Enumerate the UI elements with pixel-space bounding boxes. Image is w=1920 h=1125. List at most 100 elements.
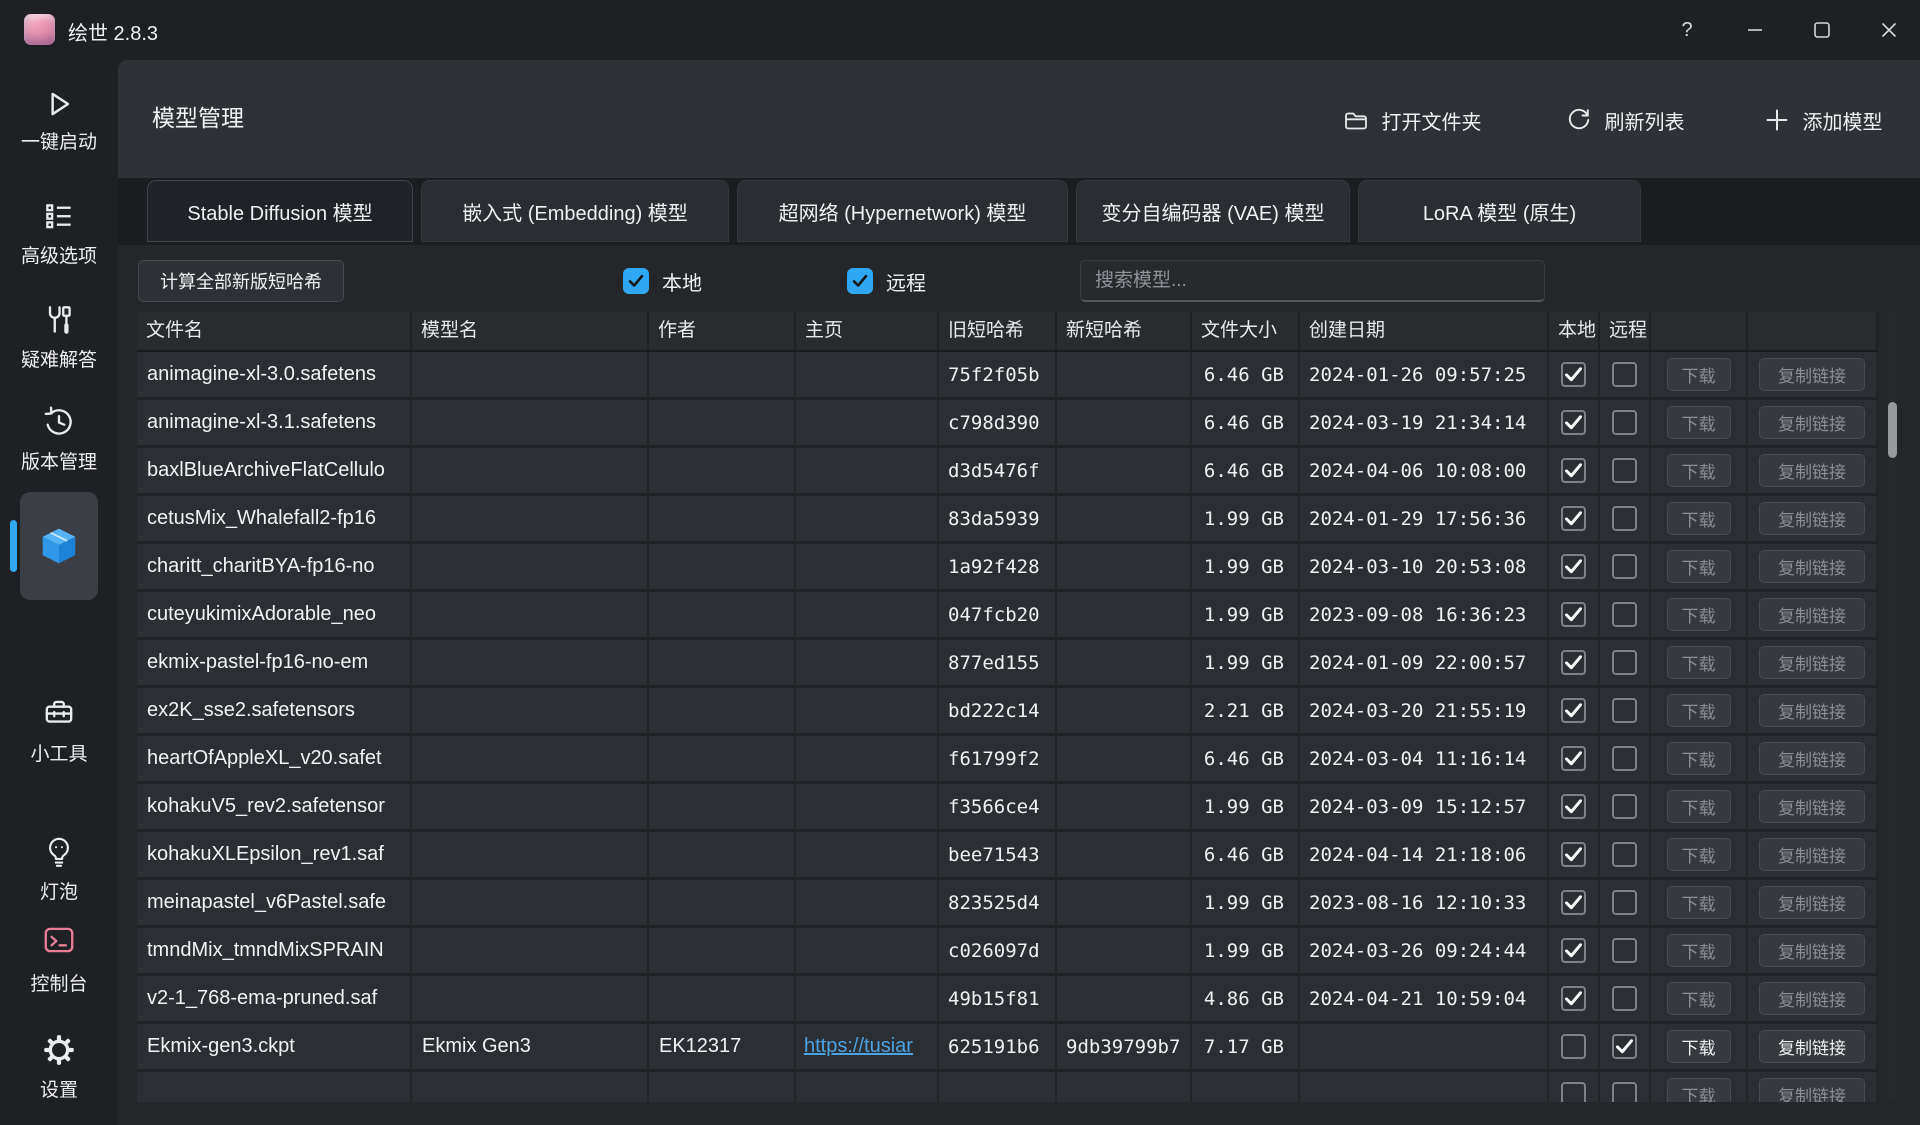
table-row[interactable]: tmndMix_tmndMixSPRAINc026097d1.99 GB2024…: [137, 928, 1878, 976]
remote-checkbox[interactable]: [1612, 794, 1637, 819]
copy-link-button[interactable]: 复制链接: [1759, 550, 1865, 583]
table-row[interactable]: ex2K_sse2.safetensorsbd222c142.21 GB2024…: [137, 688, 1878, 736]
sidebar-item-small-tools[interactable]: 小工具: [0, 694, 118, 766]
open-folder-button[interactable]: 打开文件夹: [1328, 94, 1496, 146]
local-checkbox[interactable]: [1561, 458, 1586, 483]
remote-checkbox[interactable]: [1612, 650, 1637, 675]
column-header-5[interactable]: 新短哈希: [1057, 312, 1192, 350]
homepage-link[interactable]: https://tusiar: [804, 1035, 913, 1058]
local-checkbox[interactable]: [1561, 554, 1586, 579]
remote-checkbox[interactable]: [1612, 458, 1637, 483]
table-row[interactable]: baxlBlueArchiveFlatCellulod3d5476f6.46 G…: [137, 448, 1878, 496]
local-checkbox[interactable]: [1561, 410, 1586, 435]
compute-hash-button[interactable]: 计算全部新版短哈希: [138, 260, 344, 302]
copy-link-button[interactable]: 复制链接: [1759, 790, 1865, 823]
remote-checkbox[interactable]: [1612, 842, 1637, 867]
copy-link-button[interactable]: 复制链接: [1759, 934, 1865, 967]
sidebar-item-bulb[interactable]: 灯泡: [0, 834, 118, 904]
local-checkbox[interactable]: [1561, 506, 1586, 531]
local-checkbox[interactable]: [1561, 890, 1586, 915]
copy-link-button[interactable]: 复制链接: [1759, 646, 1865, 679]
local-checkbox[interactable]: [1561, 938, 1586, 963]
table-row[interactable]: animagine-xl-3.1.safetensc798d3906.46 GB…: [137, 400, 1878, 448]
copy-link-button[interactable]: 复制链接: [1759, 886, 1865, 919]
copy-link-button[interactable]: 复制链接: [1759, 358, 1865, 391]
sidebar-item-model-management[interactable]: [20, 492, 98, 600]
local-checkbox[interactable]: [1561, 1034, 1586, 1059]
download-button[interactable]: 下载: [1667, 790, 1731, 823]
help-button[interactable]: ?: [1659, 6, 1715, 54]
sidebar-item-advanced-options[interactable]: 高级选项: [0, 198, 118, 268]
remote-checkbox[interactable]: [1612, 1082, 1637, 1102]
remote-checkbox[interactable]: [1612, 938, 1637, 963]
table-row[interactable]: cuteyukimixAdorable_neo047fcb201.99 GB20…: [137, 592, 1878, 640]
sidebar-item-launch[interactable]: 一键启动: [0, 86, 118, 154]
table-row[interactable]: animagine-xl-3.0.safetens75f2f05b6.46 GB…: [137, 352, 1878, 400]
download-button[interactable]: 下载: [1667, 454, 1731, 487]
download-button[interactable]: 下载: [1667, 550, 1731, 583]
column-header-6[interactable]: 文件大小: [1192, 312, 1300, 350]
copy-link-button[interactable]: 复制链接: [1759, 1030, 1865, 1063]
download-button[interactable]: 下载: [1667, 838, 1731, 871]
local-filter-checkbox[interactable]: [623, 268, 649, 294]
remote-checkbox[interactable]: [1612, 410, 1637, 435]
tab-vae[interactable]: 变分自编码器 (VAE) 模型: [1076, 180, 1350, 242]
copy-link-button[interactable]: 复制链接: [1759, 742, 1865, 775]
remote-checkbox[interactable]: [1612, 890, 1637, 915]
remote-checkbox[interactable]: [1612, 506, 1637, 531]
vertical-scrollbar[interactable]: [1888, 312, 1897, 1102]
remote-checkbox[interactable]: [1612, 554, 1637, 579]
refresh-list-button[interactable]: 刷新列表: [1554, 94, 1696, 146]
table-row[interactable]: cetusMix_Whalefall2-fp1683da59391.99 GB2…: [137, 496, 1878, 544]
copy-link-button[interactable]: 复制链接: [1759, 1078, 1865, 1102]
maximize-button[interactable]: [1794, 6, 1850, 54]
sidebar-item-console[interactable]: 控制台: [0, 922, 118, 996]
remote-checkbox[interactable]: [1612, 1034, 1637, 1059]
column-header-4[interactable]: 旧短哈希: [939, 312, 1057, 350]
tab-stable-diffusion[interactable]: Stable Diffusion 模型: [147, 180, 413, 242]
download-button[interactable]: 下载: [1667, 982, 1731, 1015]
table-row[interactable]: heartOfAppleXL_v20.safetf61799f26.46 GB2…: [137, 736, 1878, 784]
local-checkbox[interactable]: [1561, 794, 1586, 819]
column-header-0[interactable]: 文件名: [137, 312, 412, 350]
sidebar-item-version-management[interactable]: 版本管理: [0, 404, 118, 474]
add-model-button[interactable]: 添加模型: [1748, 94, 1898, 146]
sidebar-item-settings[interactable]: 设置: [0, 1032, 118, 1102]
local-checkbox[interactable]: [1561, 986, 1586, 1011]
column-header-8[interactable]: 本地: [1549, 312, 1600, 350]
local-checkbox[interactable]: [1561, 746, 1586, 771]
local-checkbox[interactable]: [1561, 698, 1586, 723]
download-button[interactable]: 下载: [1667, 358, 1731, 391]
column-header-9[interactable]: 远程: [1600, 312, 1651, 350]
copy-link-button[interactable]: 复制链接: [1759, 406, 1865, 439]
table-row[interactable]: meinapastel_v6Pastel.safe823525d41.99 GB…: [137, 880, 1878, 928]
column-header-10[interactable]: [1651, 312, 1748, 350]
local-checkbox[interactable]: [1561, 842, 1586, 867]
sidebar-item-troubleshoot[interactable]: 疑难解答: [0, 302, 118, 372]
local-checkbox[interactable]: [1561, 602, 1586, 627]
download-button[interactable]: 下载: [1667, 598, 1731, 631]
tab-lora[interactable]: LoRA 模型 (原生): [1358, 180, 1641, 242]
download-button[interactable]: 下载: [1667, 694, 1731, 727]
copy-link-button[interactable]: 复制链接: [1759, 502, 1865, 535]
download-button[interactable]: 下载: [1667, 934, 1731, 967]
copy-link-button[interactable]: 复制链接: [1759, 838, 1865, 871]
download-button[interactable]: 下载: [1667, 1030, 1731, 1063]
local-checkbox[interactable]: [1561, 1082, 1586, 1102]
column-header-1[interactable]: 模型名: [412, 312, 649, 350]
remote-checkbox[interactable]: [1612, 362, 1637, 387]
table-row[interactable]: charitt_charitBYA-fp16-no1a92f4281.99 GB…: [137, 544, 1878, 592]
remote-filter-checkbox[interactable]: [847, 268, 873, 294]
remote-checkbox[interactable]: [1612, 698, 1637, 723]
table-row[interactable]: v2-1_768-ema-pruned.saf49b15f814.86 GB20…: [137, 976, 1878, 1024]
minimize-button[interactable]: [1727, 6, 1783, 54]
table-row[interactable]: kohakuV5_rev2.safetensorf3566ce41.99 GB2…: [137, 784, 1878, 832]
remote-checkbox[interactable]: [1612, 986, 1637, 1011]
column-header-7[interactable]: 创建日期: [1300, 312, 1549, 350]
table-row[interactable]: 下载复制链接: [137, 1072, 1878, 1102]
download-button[interactable]: 下载: [1667, 646, 1731, 679]
download-button[interactable]: 下载: [1667, 406, 1731, 439]
copy-link-button[interactable]: 复制链接: [1759, 694, 1865, 727]
column-header-3[interactable]: 主页: [796, 312, 939, 350]
download-button[interactable]: 下载: [1667, 886, 1731, 919]
